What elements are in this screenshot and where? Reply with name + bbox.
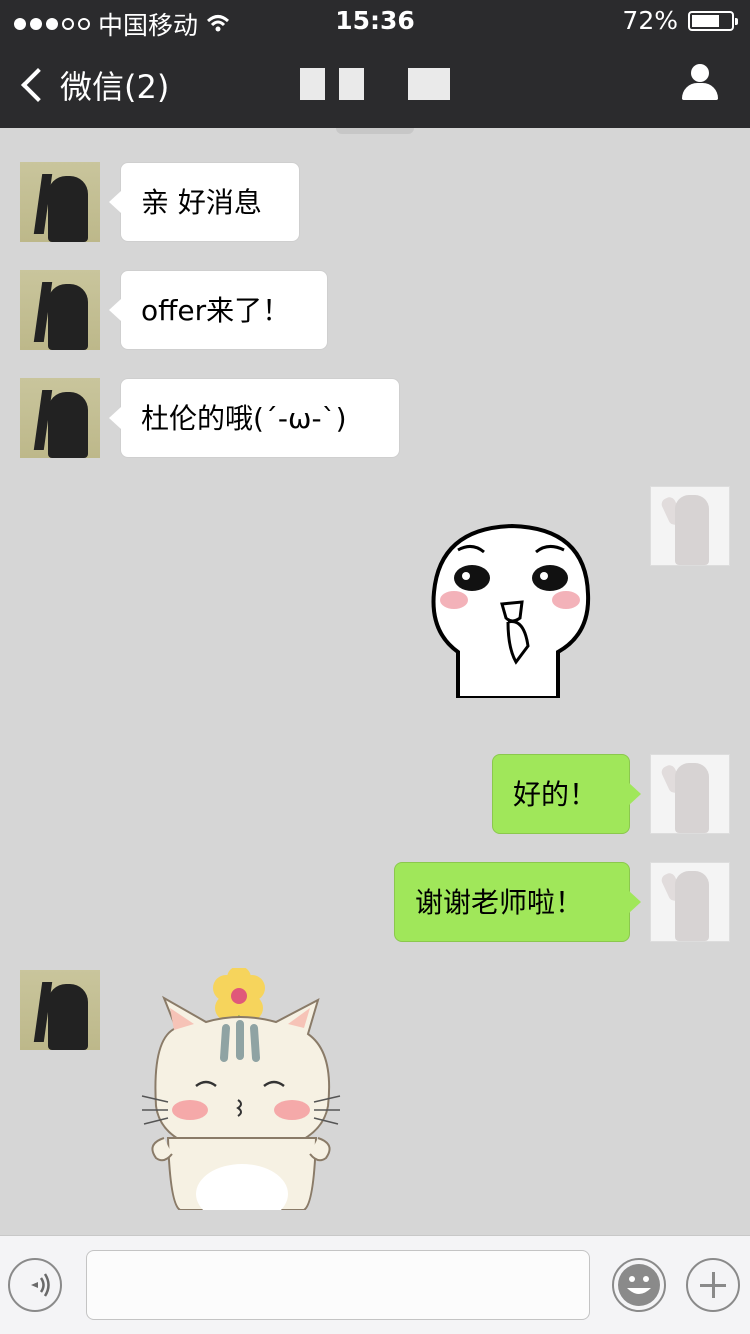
person-icon xyxy=(691,64,709,82)
my-avatar[interactable] xyxy=(650,862,730,942)
voice-button[interactable] xyxy=(8,1258,62,1312)
chat-header: 微信(2) xyxy=(0,40,750,128)
cat-with-flower-sticker[interactable] xyxy=(140,968,342,1210)
chevron-left-icon xyxy=(21,68,55,102)
message-bubble-incoming[interactable]: 亲 好消息 xyxy=(109,162,300,242)
emoji-button[interactable] xyxy=(612,1258,666,1312)
message-bubble-outgoing[interactable]: 谢谢老师啦！ xyxy=(394,862,641,942)
back-button[interactable]: 微信(2) xyxy=(18,62,169,108)
worried-face-sticker[interactable] xyxy=(428,522,594,698)
message-bubble-incoming[interactable]: 杜伦的哦(´-ω-`) xyxy=(109,378,400,458)
contact-avatar[interactable] xyxy=(20,970,100,1050)
chat-info-button[interactable] xyxy=(680,64,720,104)
voice-icon xyxy=(31,1273,50,1297)
chat-title-redacted xyxy=(300,68,450,102)
contact-avatar[interactable] xyxy=(20,162,100,242)
message-bubble-incoming[interactable]: offer来了！ xyxy=(109,270,328,350)
contact-avatar[interactable] xyxy=(20,270,100,350)
message-input[interactable] xyxy=(86,1250,590,1320)
message-list[interactable]: 亲 好消息 offer来了！ 杜伦的哦(´-ω-`) 好的！ 谢谢老师啦！ xyxy=(0,134,750,1236)
input-toolbar xyxy=(0,1235,750,1334)
plus-button[interactable] xyxy=(686,1258,740,1312)
my-avatar[interactable] xyxy=(650,754,730,834)
battery-icon xyxy=(688,10,738,31)
emoji-icon xyxy=(618,1264,660,1306)
message-bubble-outgoing[interactable]: 好的！ xyxy=(492,754,641,834)
back-label: 微信(2) xyxy=(60,68,170,106)
contact-avatar[interactable] xyxy=(20,378,100,458)
status-bar: 中国移动 15:36 72% xyxy=(0,0,750,40)
battery-percent: 72% xyxy=(622,6,678,35)
my-avatar[interactable] xyxy=(650,486,730,566)
battery-area: 72% xyxy=(622,6,738,35)
